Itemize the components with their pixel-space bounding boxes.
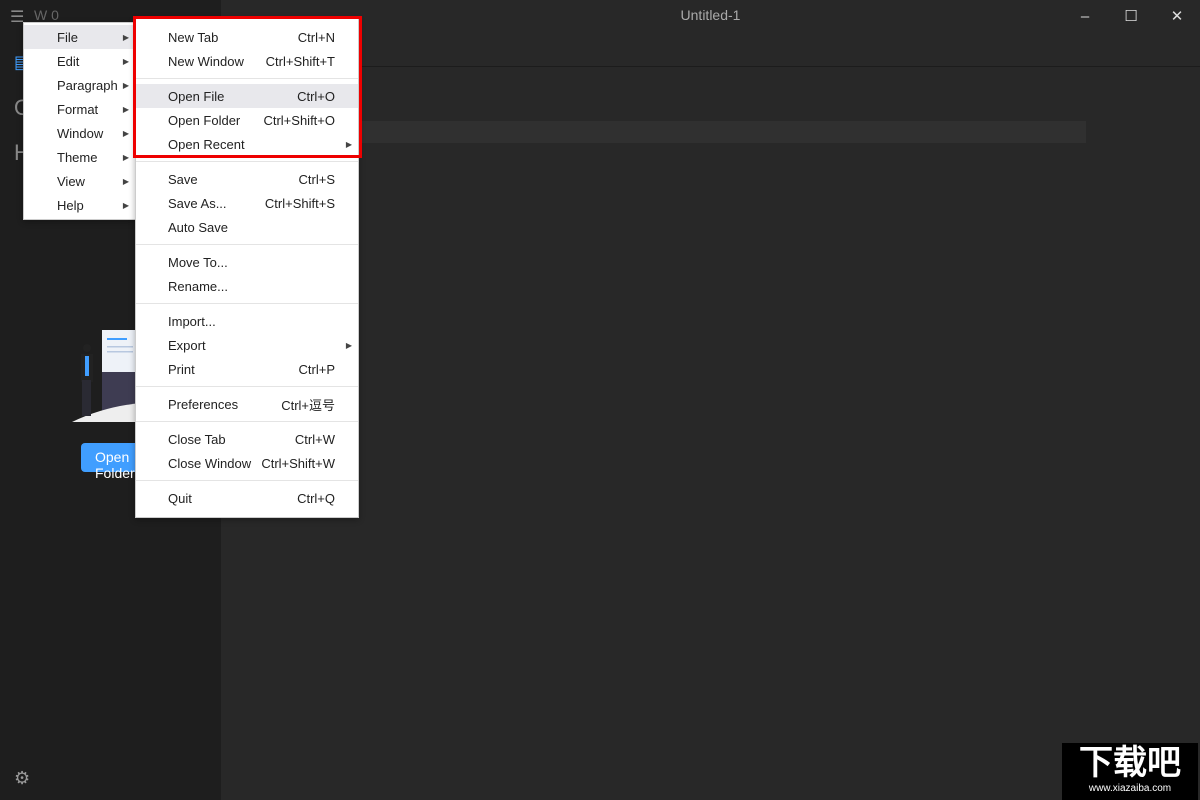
- menu-item-shortcut: Ctrl+O: [297, 88, 335, 104]
- menu-separator: [136, 381, 358, 392]
- menu-item-label: Save As...: [168, 195, 227, 211]
- menu-item-open-folder[interactable]: Open Folder Ctrl+Shift+O: [136, 108, 358, 132]
- submenu-arrow-icon: ▶: [345, 340, 352, 350]
- menu-item-label: Close Window: [168, 455, 252, 471]
- submenu-arrow-icon: ▶: [122, 104, 129, 114]
- menu-item-help[interactable]: Help ▶: [24, 193, 135, 217]
- menu-separator: [136, 156, 358, 167]
- menu-item-edit[interactable]: Edit ▶: [24, 49, 135, 73]
- maximize-button[interactable]: ☐: [1108, 0, 1154, 32]
- menu-item-import[interactable]: Import...: [136, 309, 358, 333]
- menu-item-shortcut: Ctrl+N: [297, 29, 335, 45]
- menu-item-print[interactable]: Print Ctrl+P: [136, 357, 358, 381]
- submenu-arrow-icon: ▶: [122, 80, 129, 90]
- menu-item-label: Quit: [168, 490, 192, 506]
- settings-gear-icon[interactable]: ⚙: [14, 768, 30, 789]
- menu-item-label: Preferences: [168, 396, 239, 412]
- menu-item-close-tab[interactable]: Close Tab Ctrl+W: [136, 427, 358, 451]
- menu-item-shortcut: Ctrl+Q: [297, 490, 335, 506]
- menu-item-label: Open File: [168, 88, 225, 104]
- menu-item-label: Close Tab: [168, 431, 226, 447]
- menu-item-shortcut: Ctrl+Shift+T: [265, 53, 335, 69]
- menu-item-label: File: [57, 29, 78, 45]
- menu-item-shortcut: Ctrl+Shift+W: [261, 455, 335, 471]
- watermark-logo: 下载吧 www.xiazaiba.com: [1062, 743, 1198, 800]
- menu-item-label: Window: [57, 125, 104, 141]
- menu-item-rename[interactable]: Rename...: [136, 274, 358, 298]
- menu-item-label: Auto Save: [168, 219, 228, 235]
- menu-item-quit[interactable]: Quit Ctrl+Q: [136, 486, 358, 510]
- minimize-button[interactable]: –: [1062, 0, 1108, 32]
- menu-item-new-window[interactable]: New Window Ctrl+Shift+T: [136, 49, 358, 73]
- app-menu: File ▶ Edit ▶ Paragraph ▶ Format ▶ Window ▶ Theme ▶…: [23, 22, 136, 220]
- menu-item-shortcut: Ctrl+Shift+S: [264, 195, 335, 211]
- menu-item-save[interactable]: Save Ctrl+S: [136, 167, 358, 191]
- submenu-arrow-icon: ▶: [122, 200, 129, 210]
- window-title: Untitled-1: [680, 7, 741, 23]
- menu-item-window[interactable]: Window ▶: [24, 121, 135, 145]
- menu-item-label: Format: [57, 101, 99, 117]
- menu-item-paragraph[interactable]: Paragraph ▶: [24, 73, 135, 97]
- menu-item-save-as[interactable]: Save As... Ctrl+Shift+S: [136, 191, 358, 215]
- menu-item-label: Move To...: [168, 254, 228, 270]
- word-count: W 0: [34, 7, 59, 23]
- menu-item-shortcut: Ctrl+W: [294, 431, 335, 447]
- menu-separator: [136, 73, 358, 84]
- menu-item-label: Open Recent: [168, 136, 245, 152]
- menu-item-shortcut: Ctrl+S: [298, 171, 335, 187]
- file-submenu: New Tab Ctrl+N New Window Ctrl+Shift+T Open …: [135, 17, 359, 518]
- menu-item-open-recent[interactable]: Open Recent ▶: [136, 132, 358, 156]
- menu-separator: [136, 475, 358, 486]
- menu-item-label: Import...: [168, 313, 216, 329]
- menu-item-preferences[interactable]: Preferences Ctrl+逗号: [136, 392, 358, 416]
- menu-item-theme[interactable]: Theme ▶: [24, 145, 135, 169]
- submenu-arrow-icon: ▶: [122, 32, 129, 42]
- menu-item-shortcut: Ctrl+P: [298, 361, 335, 377]
- menu-item-view[interactable]: View ▶: [24, 169, 135, 193]
- menu-item-file[interactable]: File ▶: [24, 25, 135, 49]
- menu-item-label: View: [57, 173, 85, 189]
- menu-item-label: Open Folder: [168, 112, 241, 128]
- menu-item-label: New Window: [168, 53, 244, 69]
- submenu-arrow-icon: ▶: [122, 176, 129, 186]
- menu-item-label: Rename...: [168, 278, 228, 294]
- menu-item-label: Theme: [57, 149, 98, 165]
- menu-separator: [136, 416, 358, 427]
- menu-item-export[interactable]: Export ▶: [136, 333, 358, 357]
- menu-item-label: Save: [168, 171, 198, 187]
- menu-item-close-window[interactable]: Close Window Ctrl+Shift+W: [136, 451, 358, 475]
- submenu-arrow-icon: ▶: [345, 139, 352, 149]
- tab-bar-divider: [221, 66, 1200, 67]
- menu-item-label: Edit: [57, 53, 80, 69]
- menu-item-format[interactable]: Format ▶: [24, 97, 135, 121]
- submenu-arrow-icon: ▶: [122, 56, 129, 66]
- menu-item-auto-save[interactable]: Auto Save: [136, 215, 358, 239]
- menu-item-open-file[interactable]: Open File Ctrl+O: [136, 84, 358, 108]
- menu-separator: [136, 239, 358, 250]
- close-button[interactable]: ✕: [1154, 0, 1200, 32]
- menu-item-label: Help: [57, 197, 84, 213]
- menu-item-move-to[interactable]: Move To...: [136, 250, 358, 274]
- menu-item-label: Paragraph: [57, 77, 118, 93]
- watermark-url: www.xiazaiba.com: [1088, 783, 1172, 794]
- menu-item-label: Print: [168, 361, 195, 377]
- menu-item-label: Export: [168, 337, 206, 353]
- window-controls: – ☐ ✕: [1062, 0, 1200, 32]
- submenu-arrow-icon: ▶: [122, 152, 129, 162]
- menu-separator: [136, 298, 358, 309]
- submenu-arrow-icon: ▶: [122, 128, 129, 138]
- menu-item-shortcut: Ctrl+Shift+O: [263, 112, 335, 128]
- menu-item-label: New Tab: [168, 29, 219, 45]
- editor-current-line[interactable]: [240, 121, 1086, 143]
- menu-item-shortcut: Ctrl+逗号: [281, 397, 335, 413]
- menu-item-new-tab[interactable]: New Tab Ctrl+N: [136, 25, 358, 49]
